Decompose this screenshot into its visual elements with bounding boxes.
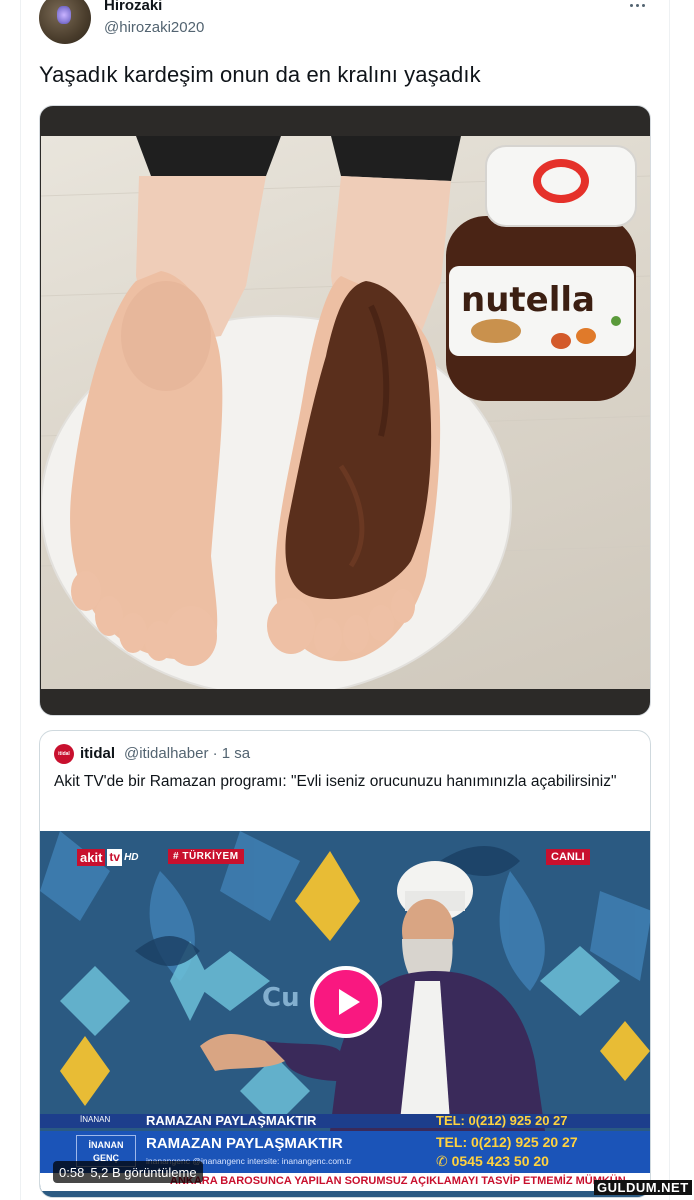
play-button[interactable] bbox=[310, 966, 382, 1038]
live-badge: CANLI bbox=[546, 849, 590, 865]
video-player[interactable]: Cu akit tv HD # TÜRKİYEM CANLI İNANAN RAMA… bbox=[40, 831, 650, 1197]
feet-nutella-illustration: nutella bbox=[41, 136, 650, 689]
play-icon bbox=[338, 989, 360, 1015]
tweet-photo[interactable]: nutella bbox=[39, 105, 651, 716]
video-stats: 0:58 5,2 B görüntüleme bbox=[53, 1161, 203, 1183]
avatar[interactable] bbox=[39, 0, 91, 44]
video-views: 5,2 B görüntüleme bbox=[90, 1164, 197, 1180]
akit-tv-logo: akit tv HD bbox=[77, 848, 139, 866]
jar-label: nutella bbox=[461, 280, 595, 320]
hashtag-badge: # TÜRKİYEM bbox=[168, 849, 244, 864]
quoted-handle-time[interactable]: @itidalhaber · 1 sa bbox=[124, 745, 250, 762]
photo-content: nutella bbox=[41, 136, 650, 689]
timeline-border-left bbox=[20, 0, 21, 1200]
program-title: RAMAZAN PAYLAŞMAKTIR bbox=[146, 1135, 343, 1152]
video-duration: 0:58 bbox=[59, 1164, 85, 1180]
upper-ticker: İNANAN RAMAZAN PAYLAŞMAKTIR TEL: 0(212) … bbox=[40, 1114, 650, 1128]
site-watermark: GULDUM.NET bbox=[594, 1180, 692, 1195]
quoted-avatar[interactable]: itidal bbox=[54, 744, 74, 764]
display-name[interactable]: Hirozaki bbox=[104, 0, 162, 14]
user-handle[interactable]: @hirozaki2020 bbox=[104, 19, 204, 36]
more-options-icon[interactable] bbox=[630, 0, 652, 12]
program-whatsapp: ✆ 0545 423 50 20 bbox=[436, 1153, 549, 1169]
studio-background-text: Cu bbox=[262, 983, 300, 1013]
timeline-border-right bbox=[669, 0, 670, 1200]
program-phone: TEL: 0(212) 925 20 27 bbox=[436, 1134, 578, 1150]
quoted-tweet[interactable]: itidal itidal @itidalhaber · 1 sa Akit T… bbox=[39, 730, 651, 1198]
tweet-text: Yaşadık kardeşim onun da en kralını yaşa… bbox=[39, 62, 481, 87]
avatar-flower-icon bbox=[57, 6, 71, 24]
quoted-tweet-text: Akit TV'de bir Ramazan programı: "Evli i… bbox=[54, 773, 617, 790]
quoted-display-name[interactable]: itidal bbox=[80, 745, 115, 762]
